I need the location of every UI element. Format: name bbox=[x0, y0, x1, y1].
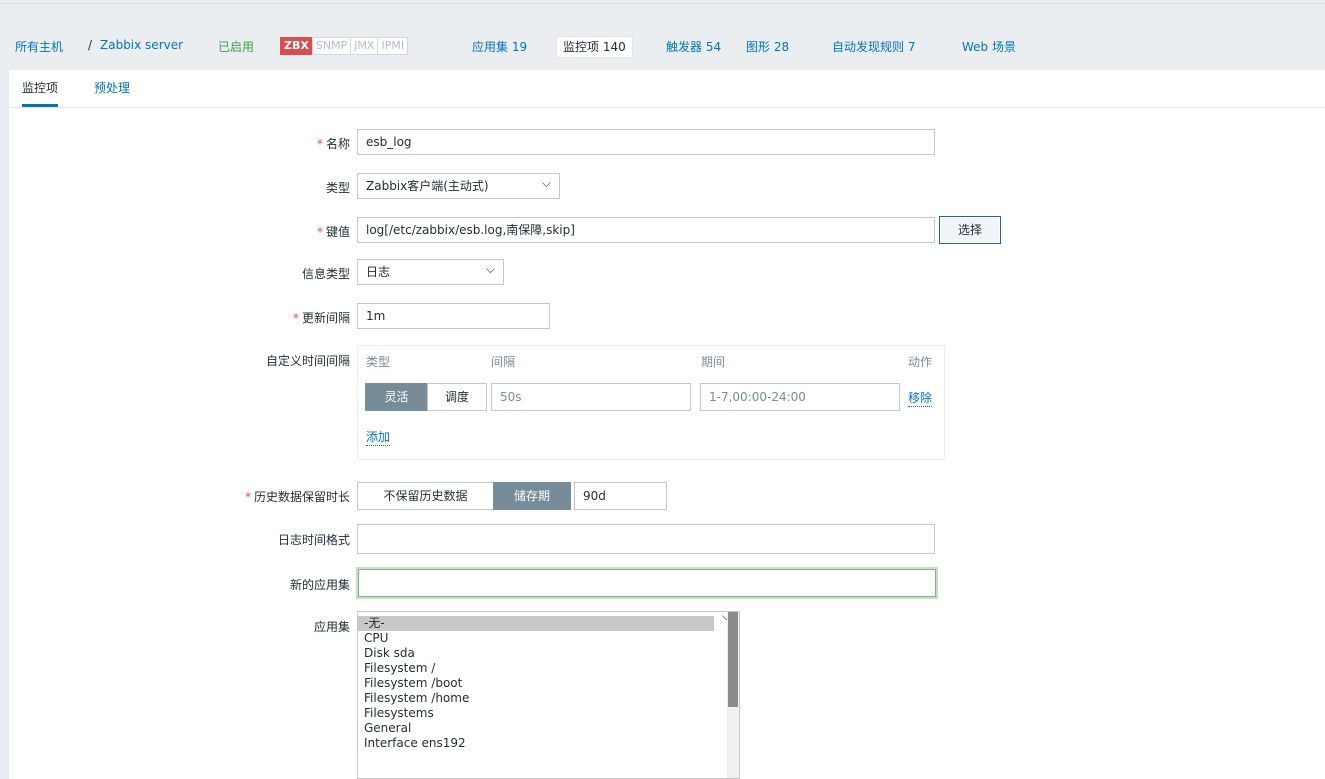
col-type-header: 类型 bbox=[366, 355, 391, 369]
applications-listbox[interactable]: -无- CPU Disk sda Filesystem / Filesystem… bbox=[357, 611, 740, 779]
breadcrumb-separator: / bbox=[88, 38, 93, 52]
app-option[interactable]: Filesystem /home bbox=[358, 691, 714, 706]
tab-item[interactable]: 监控项 bbox=[22, 79, 59, 107]
listbox-scrollbar[interactable] bbox=[727, 612, 739, 778]
col-action-header: 动作 bbox=[908, 355, 933, 369]
app-option[interactable]: -无- bbox=[358, 616, 714, 631]
applications-link[interactable]: 应用集 19 bbox=[472, 38, 527, 55]
history-period-input[interactable]: 90d bbox=[574, 482, 667, 510]
snmp-badge: SNMP bbox=[311, 37, 352, 55]
app-option[interactable]: Interface ens192 bbox=[358, 736, 714, 751]
type-label: 类型 bbox=[325, 181, 350, 195]
select-key-button[interactable]: 选择 bbox=[939, 216, 1001, 244]
host-link[interactable]: Zabbix server bbox=[100, 38, 183, 52]
top-border bbox=[0, 0, 1325, 4]
col-period-header: 期间 bbox=[701, 355, 726, 369]
graphs-link[interactable]: 图形 28 bbox=[746, 38, 789, 55]
col-interval-header: 间隔 bbox=[491, 355, 516, 369]
key-label: * 键值 bbox=[316, 225, 350, 239]
new-application-label: 新的应用集 bbox=[289, 578, 350, 592]
scrollbar-thumb[interactable] bbox=[728, 612, 738, 707]
custom-intervals-label: 自定义时间间隔 bbox=[265, 354, 350, 368]
discovery-rules-link[interactable]: 自动发现规则 7 bbox=[832, 38, 915, 55]
custom-intervals-table: 类型 间隔 期间 动作 灵活 调度 50s 1-7,00:00-24:00 移除… bbox=[357, 345, 945, 460]
all-hosts-link[interactable]: 所有主机 bbox=[15, 38, 63, 55]
web-scenarios-link[interactable]: Web 场景 bbox=[962, 38, 1016, 55]
app-option[interactable]: Filesystems bbox=[358, 706, 714, 721]
app-option[interactable]: Filesystem / bbox=[358, 661, 714, 676]
new-application-input[interactable] bbox=[356, 567, 938, 599]
app-option[interactable]: Disk sda bbox=[358, 646, 714, 661]
name-label: * 名称 bbox=[316, 137, 350, 151]
interval-label: * 更新间隔 bbox=[292, 311, 350, 325]
log-time-format-label: 日志时间格式 bbox=[277, 533, 350, 547]
type-select[interactable]: Zabbix客户端(主动式) bbox=[357, 173, 560, 199]
history-label: * 历史数据保留时长 bbox=[244, 490, 350, 504]
info-type-label: 信息类型 bbox=[301, 267, 350, 281]
zbx-badge: ZBX bbox=[280, 37, 313, 55]
history-storage-toggle[interactable]: 储存期 bbox=[493, 482, 571, 510]
item-form: *名称 esb_log 类型 Zabbix客户端(主动式) *键值 log[/e… bbox=[9, 108, 1325, 779]
scheduling-toggle[interactable]: 调度 bbox=[427, 383, 487, 411]
custom-period-input[interactable]: 1-7,00:00-24:00 bbox=[700, 383, 900, 411]
host-navigation: 所有主机 / Zabbix server 已启用 ZBX SNMP JMX IP… bbox=[0, 30, 1325, 64]
custom-interval-input[interactable]: 50s bbox=[491, 383, 691, 411]
tab-preprocessing[interactable]: 预处理 bbox=[94, 79, 130, 96]
info-type-select[interactable]: 日志 bbox=[357, 259, 504, 285]
items-tab-active[interactable]: 监控项 140 bbox=[556, 36, 633, 58]
flexible-toggle[interactable]: 灵活 bbox=[365, 383, 428, 411]
key-input[interactable]: log[/etc/zabbix/esb.log,南​​保障,skip] bbox=[357, 217, 935, 243]
jmx-badge: JMX bbox=[350, 37, 379, 55]
availability-badges: ZBX SNMP JMX IPMI bbox=[280, 37, 409, 55]
form-tabs: 监控项 预处理 bbox=[9, 70, 1325, 108]
app-option[interactable]: Filesystem /boot bbox=[358, 676, 714, 691]
ipmi-badge: IPMI bbox=[377, 37, 409, 55]
history-no-keep-toggle[interactable]: 不保留历史数据 bbox=[357, 482, 494, 510]
status-enabled: 已启用 bbox=[218, 40, 255, 54]
app-option[interactable]: General bbox=[358, 721, 714, 736]
remove-interval-link[interactable]: 移除 bbox=[908, 389, 933, 407]
add-interval-link[interactable]: 添加 bbox=[366, 428, 391, 446]
applications-label: 应用集 bbox=[313, 620, 350, 634]
triggers-link[interactable]: 触发器 54 bbox=[666, 38, 721, 55]
log-time-format-input[interactable] bbox=[357, 524, 935, 554]
app-option[interactable]: CPU bbox=[358, 631, 714, 646]
name-input[interactable]: esb_log bbox=[357, 129, 935, 155]
interval-input[interactable]: 1m bbox=[357, 303, 550, 329]
